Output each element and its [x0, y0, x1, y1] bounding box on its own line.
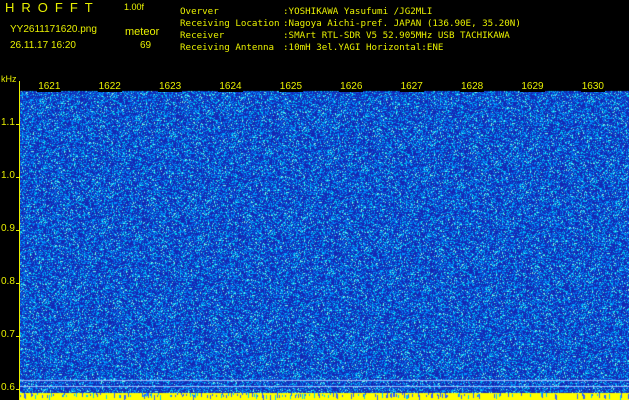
y-tick-mark [16, 229, 20, 231]
y-tick-label: 0.7 [1, 329, 15, 341]
location-label: Receiving Location [180, 18, 280, 29]
y-tick-mark [16, 176, 20, 178]
y-tick-label: 0.8 [1, 276, 15, 288]
x-tick-label: 1630 [580, 81, 605, 92]
y-tick-label: 1.1 [1, 116, 15, 128]
location-value: :Nagoya Aichi-pref. JAPAN (136.90E, 35.2… [283, 18, 521, 29]
y-tick-mark [16, 389, 20, 391]
y-tick-label: 0.9 [1, 222, 15, 234]
y-tick-label: 1.0 [1, 169, 15, 181]
receiver-label: Receiver [180, 30, 225, 41]
app-version: 1.00f [124, 2, 145, 12]
observation-timestamp: 26.11.17 16:20 [10, 40, 76, 51]
app-title: HROFFT [5, 0, 100, 15]
x-tick-label: 1623 [157, 81, 183, 92]
y-axis-unit: kHz [1, 74, 17, 84]
y-tick-mark [16, 336, 20, 338]
observer-label: Overver [180, 6, 219, 17]
antenna-value: :10mH 3el.YAGI Horizontal:ENE [283, 42, 444, 53]
meteor-label: meteor [125, 26, 160, 38]
x-tick-label: 1625 [278, 81, 304, 92]
spectrogram-plot [19, 81, 629, 400]
receiver-value: :SMArt RTL-SDR V5 52.905MHz USB TACHIKAW… [283, 30, 510, 41]
observer-value: :YOSHIKAWA Yasufumi /JG2MLI [283, 6, 433, 17]
file-name: YY2611171620.png [10, 24, 97, 35]
x-tick-label: 1629 [520, 81, 545, 92]
x-tick-label: 1622 [97, 81, 122, 92]
y-tick-label: 0.6 [1, 382, 15, 394]
x-tick-label: 1628 [459, 81, 485, 92]
x-tick-label: 1624 [218, 81, 243, 92]
x-tick-label: 1627 [399, 81, 424, 92]
y-tick-mark [16, 283, 20, 285]
x-tick-label: 1626 [339, 81, 364, 92]
x-tick-label: 1621 [37, 81, 62, 92]
y-tick-mark [16, 123, 20, 125]
antenna-label: Receiving Antenna [180, 42, 275, 53]
spectrogram-waterfall [19, 81, 629, 400]
hrofft-window: HROFFT 1.00f YY2611171620.png 26.11.17 1… [0, 0, 629, 400]
meteor-count: 69 [140, 40, 152, 51]
y-axis-line [19, 81, 20, 400]
